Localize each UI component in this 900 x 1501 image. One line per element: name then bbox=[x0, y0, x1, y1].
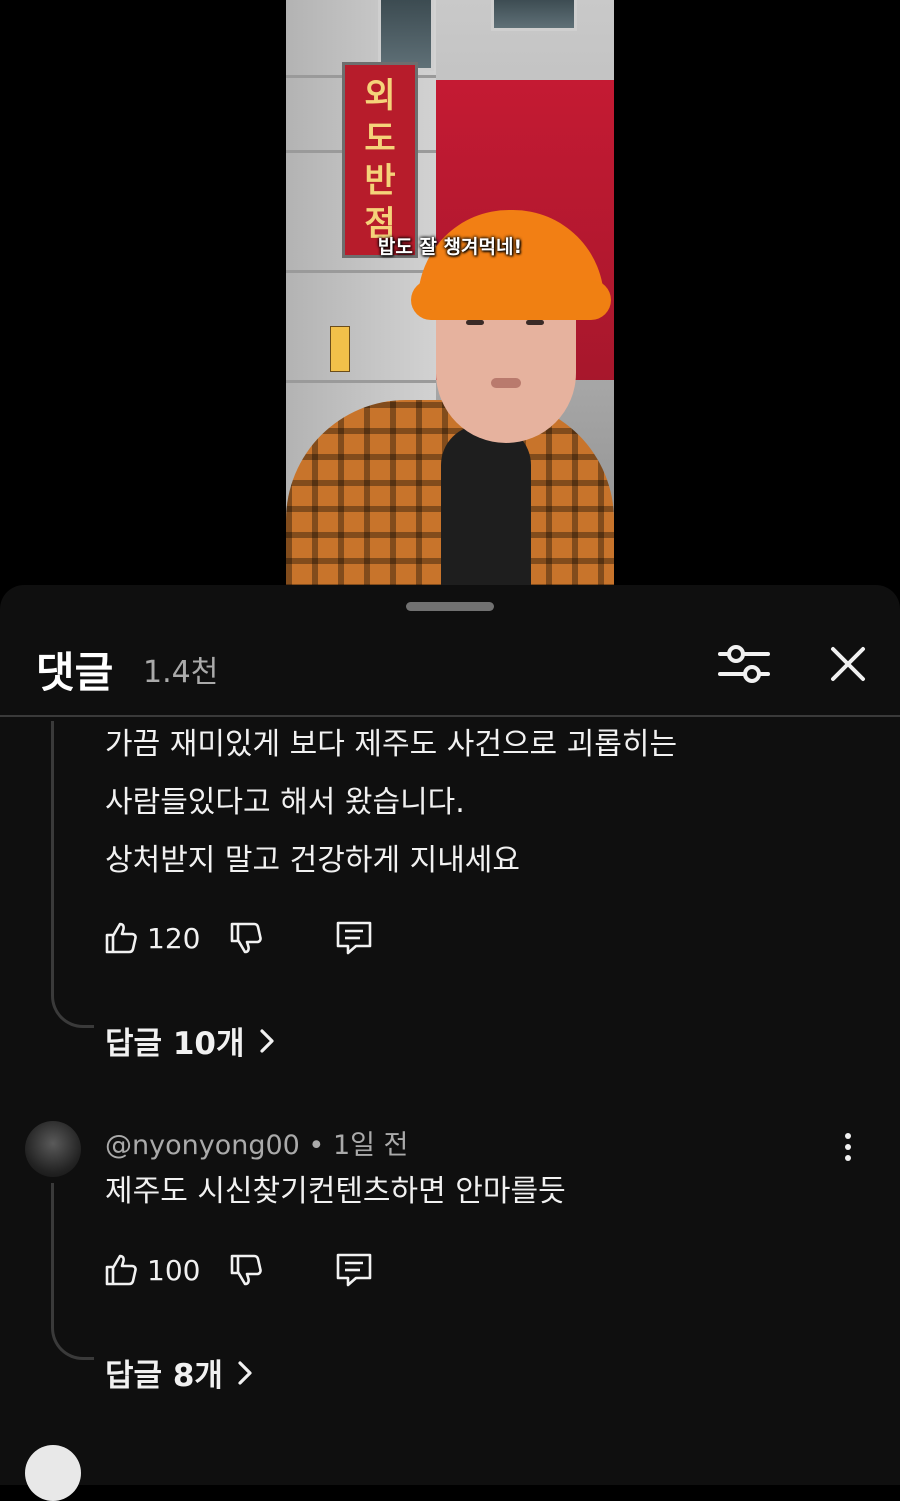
like-count: 100 bbox=[147, 1253, 201, 1287]
mouth bbox=[491, 378, 521, 388]
like-count: 120 bbox=[147, 921, 201, 955]
comment-text-line: 제주도 시신찾기컨텐츠하면 안마를듯 bbox=[105, 1174, 566, 1209]
thread-line bbox=[51, 721, 54, 995]
shirt-collar bbox=[441, 425, 531, 585]
thread-line bbox=[51, 1183, 54, 1327]
sign-char: 도 bbox=[364, 118, 396, 159]
thumbs-down-icon bbox=[231, 922, 263, 954]
thread-curve bbox=[51, 1325, 94, 1360]
thread-curve bbox=[51, 993, 94, 1028]
sign-char: 외 bbox=[364, 76, 396, 117]
replies-label: 답글 10개 bbox=[105, 1026, 245, 1062]
comment-reply-icon bbox=[337, 1253, 372, 1287]
sign-char: 반 bbox=[364, 161, 396, 202]
view-replies-button[interactable]: 답글 8개 bbox=[105, 1350, 253, 1395]
drag-handle[interactable] bbox=[406, 602, 494, 611]
more-vertical-icon bbox=[845, 1133, 851, 1161]
comment-actions: 120 bbox=[103, 918, 374, 958]
comments-sheet: 댓글 1.4천 가끔 재미있게 보다 제주도 사건으로 괴롭히는 사람들있다고 … bbox=[0, 585, 900, 1501]
comment-actions: 100 bbox=[103, 1250, 374, 1290]
building-window bbox=[378, 0, 434, 71]
video-frame[interactable]: 외 도 반 점 밥도 잘 챙겨먹네! bbox=[286, 0, 614, 585]
avatar[interactable] bbox=[25, 1121, 81, 1177]
building-window bbox=[491, 0, 577, 31]
close-icon bbox=[831, 647, 865, 681]
comment-text-line: 상처받지 말고 건강하게 지내세요 bbox=[105, 843, 521, 878]
comment-meta: @nyonyong00 • 1일 전 bbox=[105, 1123, 408, 1162]
avatar[interactable] bbox=[25, 1445, 81, 1501]
eye bbox=[526, 320, 544, 325]
comments-count: 1.4천 bbox=[143, 655, 219, 690]
thumbs-up-icon bbox=[105, 922, 137, 954]
eye bbox=[466, 320, 484, 325]
video-player[interactable]: 외 도 반 점 밥도 잘 챙겨먹네! bbox=[0, 0, 900, 585]
view-replies-button[interactable]: 답글 10개 bbox=[105, 1018, 275, 1063]
like-button[interactable]: 100 bbox=[103, 1252, 200, 1288]
reply-button[interactable] bbox=[334, 1251, 374, 1289]
like-button[interactable]: 120 bbox=[103, 920, 200, 956]
comment-author[interactable]: @nyonyong00 bbox=[105, 1130, 300, 1161]
comment-text-line: 사람들있다고 해서 왔습니다. bbox=[105, 785, 465, 820]
dislike-button[interactable] bbox=[228, 920, 264, 956]
video-caption: 밥도 잘 챙겨먹네! bbox=[377, 236, 523, 258]
comments-header: 댓글 1.4천 bbox=[0, 625, 900, 715]
comment-text-line: 가끔 재미있게 보다 제주도 사건으로 괴롭히는 bbox=[105, 727, 678, 762]
reply-button[interactable] bbox=[334, 919, 374, 957]
comment-reply-icon bbox=[337, 921, 372, 955]
hat-brim bbox=[411, 280, 611, 320]
comments-title: 댓글 bbox=[36, 648, 114, 697]
replies-label: 답글 8개 bbox=[105, 1358, 223, 1394]
chevron-right-icon bbox=[259, 1028, 274, 1053]
thumbs-up-icon bbox=[105, 1254, 137, 1286]
sliders-icon bbox=[718, 645, 770, 683]
comment-more-button[interactable] bbox=[830, 1125, 866, 1169]
meta-separator: • bbox=[308, 1130, 325, 1161]
sort-filter-button[interactable] bbox=[716, 639, 772, 689]
comment-time: 1일 전 bbox=[332, 1130, 409, 1161]
thumbs-down-icon bbox=[231, 1254, 263, 1286]
close-button[interactable] bbox=[822, 639, 874, 689]
chevron-right-icon bbox=[238, 1360, 252, 1385]
dislike-button[interactable] bbox=[228, 1252, 264, 1288]
